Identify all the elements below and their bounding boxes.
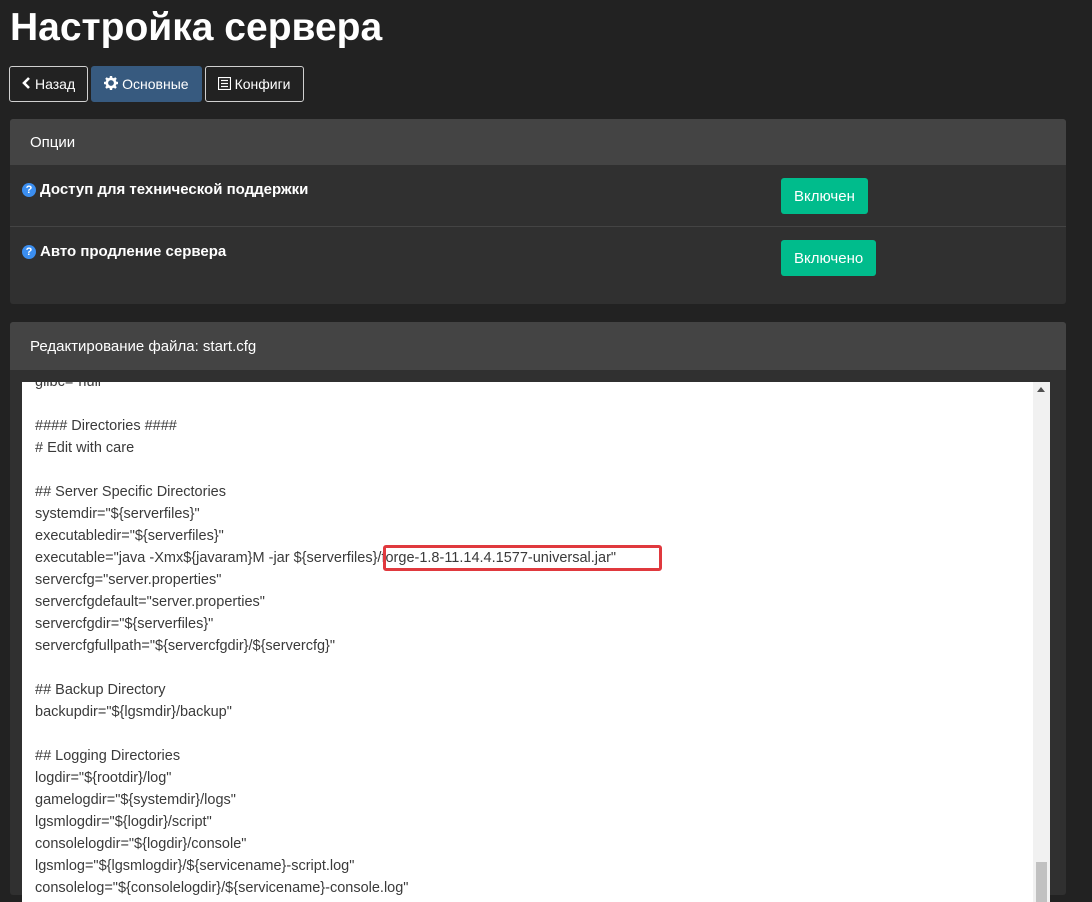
editor-line: glibc="null" xyxy=(35,382,107,390)
question-icon[interactable]: ? xyxy=(22,244,36,259)
back-button-label: Назад xyxy=(35,76,76,92)
editor-line: servercfg="server.properties" xyxy=(35,572,222,588)
option-row-support-access: ? Доступ для технической поддержки Включ… xyxy=(10,165,1066,227)
scrollbar-thumb[interactable] xyxy=(1036,862,1047,902)
editor-line: lgsmlogdir="${logdir}/script" xyxy=(35,814,212,830)
configs-label: Конфиги xyxy=(234,76,291,92)
option-label-text: Авто продление сервера xyxy=(40,243,227,260)
editor-heading: Редактирование файла: start.cfg xyxy=(10,322,1066,370)
back-button[interactable]: Назад xyxy=(9,66,89,102)
nav-button-group: Назад Основные Конфиги xyxy=(9,66,307,102)
editor-line: servercfgdefault="server.properties" xyxy=(35,594,265,610)
main-settings-label: Основные xyxy=(122,76,189,92)
highlight-annotation-box xyxy=(383,545,662,571)
editor-line: lgsmlog="${lgsmlogdir}/${servicename}-sc… xyxy=(35,858,355,874)
editor-line: servercfgfullpath="${servercfgdir}/${ser… xyxy=(35,638,336,654)
list-icon xyxy=(217,76,231,92)
editor-line: consolelogdir="${logdir}/console" xyxy=(35,836,247,852)
auto-renew-toggle-button[interactable]: Включено xyxy=(781,240,877,276)
editor-line: executabledir="${serverfiles}" xyxy=(35,528,224,544)
option-label: ? Доступ для технической поддержки xyxy=(22,181,308,198)
editor-line: #### Directories #### xyxy=(35,418,177,434)
configs-button[interactable]: Конфиги xyxy=(204,66,304,102)
editor-line: ## Logging Directories xyxy=(35,748,181,764)
editor-line: # Edit with care xyxy=(35,440,135,456)
options-panel: Опции ? Доступ для технической поддержки… xyxy=(10,119,1066,304)
editor-line: ## Backup Directory xyxy=(35,682,166,698)
options-heading: Опции xyxy=(10,119,1066,165)
config-text-editor[interactable]: glibc="null" #### Directories #### # Edit … xyxy=(22,382,1050,902)
editor-line: logdir="${rootdir}/log" xyxy=(35,770,172,786)
main-settings-button[interactable]: Основные xyxy=(91,66,202,102)
option-row-auto-renew: ? Авто продление сервера Включено xyxy=(10,227,1066,288)
page-title: Настройка сервера xyxy=(10,6,383,49)
editor-line: servercfgdir="${serverfiles}" xyxy=(35,616,214,632)
editor-content[interactable]: glibc="null" #### Directories #### # Edit … xyxy=(35,382,616,899)
chevron-left-icon xyxy=(22,77,31,91)
question-icon[interactable]: ? xyxy=(22,182,36,197)
editor-line: gamelogdir="${systemdir}/logs" xyxy=(35,792,236,808)
editor-line: backupdir="${lgsmdir}/backup" xyxy=(35,704,232,720)
editor-line: ## Server Specific Directories xyxy=(35,484,226,500)
editor-line: consolelog="${consolelogdir}/${servicena… xyxy=(35,880,409,896)
option-label: ? Авто продление сервера xyxy=(22,243,226,260)
option-label-text: Доступ для технической поддержки xyxy=(40,181,309,198)
gear-icon xyxy=(104,76,119,92)
editor-scrollbar[interactable] xyxy=(1033,382,1050,902)
file-editor-panel: Редактирование файла: start.cfg glibc="n… xyxy=(10,322,1066,902)
support-access-toggle-button[interactable]: Включен xyxy=(781,178,868,214)
editor-line: systemdir="${serverfiles}" xyxy=(35,506,200,522)
scroll-up-arrow-icon[interactable] xyxy=(1037,387,1045,392)
